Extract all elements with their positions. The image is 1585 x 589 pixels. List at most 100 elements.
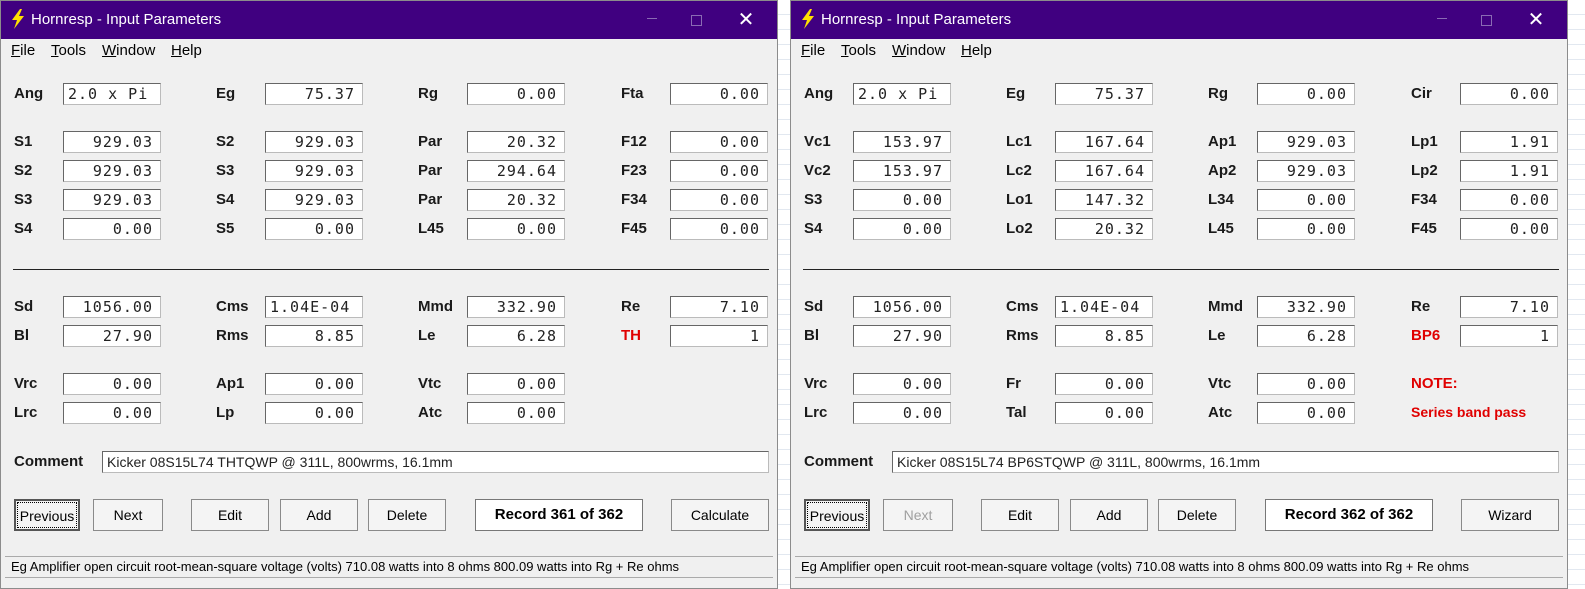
add-button[interactable]: Add — [280, 499, 358, 531]
title-bar[interactable]: Hornresp - Input Parameters ✕ — [1, 1, 777, 39]
param-field[interactable]: 0.00 — [1257, 373, 1355, 395]
delete-button[interactable]: Delete — [1158, 499, 1236, 531]
param-field[interactable]: 0.00 — [467, 83, 565, 105]
param-field[interactable]: 0.00 — [670, 189, 768, 211]
next-button[interactable]: Next — [93, 499, 163, 531]
param-field[interactable]: 2.0 x Pi — [853, 83, 951, 105]
edit-button[interactable]: Edit — [981, 499, 1059, 531]
param-field[interactable]: 0.00 — [265, 373, 363, 395]
menu-tools[interactable]: Tools — [51, 42, 86, 59]
param-field[interactable]: 0.00 — [467, 402, 565, 424]
param-field[interactable]: 0.00 — [1257, 218, 1355, 240]
param-field[interactable]: 1.04E-04 — [1055, 296, 1153, 318]
previous-button[interactable]: Previous — [804, 499, 870, 531]
param-field[interactable]: 2.0 x Pi — [63, 83, 161, 105]
wizard-button[interactable]: Wizard — [1461, 499, 1559, 531]
comment-field[interactable]: Kicker 08S15L74 THTQWP @ 311L, 800wrms, … — [102, 451, 769, 473]
add-button[interactable]: Add — [1070, 499, 1148, 531]
menu-window[interactable]: Window — [102, 42, 155, 59]
param-field[interactable]: 167.64 — [1055, 160, 1153, 182]
edit-button[interactable]: Edit — [191, 499, 269, 531]
param-field[interactable]: 0.00 — [265, 402, 363, 424]
param-field[interactable]: 0.00 — [853, 189, 951, 211]
menu-file[interactable]: File — [11, 42, 35, 59]
param-field[interactable]: 929.03 — [1257, 131, 1355, 153]
param-field[interactable]: 147.32 — [1055, 189, 1153, 211]
menu-help[interactable]: Help — [171, 42, 202, 59]
param-field[interactable]: 929.03 — [63, 131, 161, 153]
param-field[interactable]: 1.91 — [1460, 160, 1558, 182]
param-field[interactable]: 0.00 — [265, 218, 363, 240]
param-field[interactable]: 0.00 — [670, 218, 768, 240]
param-field[interactable]: 0.00 — [1257, 402, 1355, 424]
param-field[interactable]: 0.00 — [63, 373, 161, 395]
param-field[interactable]: 0.00 — [467, 218, 565, 240]
param-field[interactable]: 1.04E-04 — [265, 296, 363, 318]
param-field[interactable]: 7.10 — [670, 296, 768, 318]
param-field[interactable]: 332.90 — [467, 296, 565, 318]
param-field[interactable]: 8.85 — [265, 325, 363, 347]
param-field[interactable]: 0.00 — [1055, 402, 1153, 424]
close-button[interactable]: ✕ — [1521, 7, 1551, 33]
menu-tools[interactable]: Tools — [841, 42, 876, 59]
previous-button[interactable]: Previous — [14, 499, 80, 531]
param-field[interactable]: 0.00 — [853, 218, 951, 240]
param-field[interactable]: 1.91 — [1460, 131, 1558, 153]
param-field[interactable]: 20.32 — [467, 131, 565, 153]
param-field[interactable]: 27.90 — [63, 325, 161, 347]
param-field[interactable]: 75.37 — [265, 83, 363, 105]
param-field[interactable]: 0.00 — [670, 83, 768, 105]
delete-button[interactable]: Delete — [368, 499, 446, 531]
param-field[interactable]: 20.32 — [467, 189, 565, 211]
close-button[interactable]: ✕ — [731, 7, 761, 33]
param-field[interactable]: 929.03 — [265, 160, 363, 182]
param-field[interactable]: 8.85 — [1055, 325, 1153, 347]
minimize-button[interactable] — [637, 7, 667, 33]
param-field[interactable]: 0.00 — [467, 373, 565, 395]
param-field[interactable]: 929.03 — [1257, 160, 1355, 182]
param-label: Lp1 — [1411, 133, 1438, 150]
maximize-button[interactable] — [681, 7, 711, 33]
param-field[interactable]: 294.64 — [467, 160, 565, 182]
param-field[interactable]: 0.00 — [1055, 373, 1153, 395]
param-field[interactable]: 1056.00 — [853, 296, 951, 318]
menu-help[interactable]: Help — [961, 42, 992, 59]
param-field[interactable]: 0.00 — [670, 160, 768, 182]
comment-field[interactable]: Kicker 08S15L74 BP6STQWP @ 311L, 800wrms… — [892, 451, 1559, 473]
param-field[interactable]: 929.03 — [265, 189, 363, 211]
param-field[interactable]: 929.03 — [63, 189, 161, 211]
title-bar[interactable]: Hornresp - Input Parameters ✕ — [791, 1, 1567, 39]
param-field[interactable]: 0.00 — [63, 402, 161, 424]
param-field[interactable]: 6.28 — [467, 325, 565, 347]
menu-window[interactable]: Window — [892, 42, 945, 59]
param-field[interactable]: 0.00 — [63, 218, 161, 240]
next-button[interactable]: Next — [883, 499, 953, 531]
param-field[interactable]: 153.97 — [853, 160, 951, 182]
calculate-button[interactable]: Calculate — [671, 499, 769, 531]
param-field[interactable]: 1 — [670, 325, 768, 347]
param-field[interactable]: 0.00 — [853, 402, 951, 424]
param-field[interactable]: 0.00 — [1460, 218, 1558, 240]
param-field[interactable]: 0.00 — [1460, 83, 1558, 105]
minimize-button[interactable] — [1427, 7, 1457, 33]
menu-file[interactable]: File — [801, 42, 825, 59]
param-field[interactable]: 167.64 — [1055, 131, 1153, 153]
param-field[interactable]: 0.00 — [1460, 189, 1558, 211]
param-field[interactable]: 27.90 — [853, 325, 951, 347]
param-field[interactable]: 0.00 — [1257, 189, 1355, 211]
param-field[interactable]: 0.00 — [853, 373, 951, 395]
param-field[interactable]: 7.10 — [1460, 296, 1558, 318]
param-field[interactable]: 332.90 — [1257, 296, 1355, 318]
param-field[interactable]: 20.32 — [1055, 218, 1153, 240]
param-field[interactable]: 153.97 — [853, 131, 951, 153]
param-field[interactable]: 1 — [1460, 325, 1558, 347]
maximize-button[interactable] — [1471, 7, 1501, 33]
param-label: BP6 — [1411, 327, 1441, 344]
param-field[interactable]: 0.00 — [670, 131, 768, 153]
param-field[interactable]: 0.00 — [1257, 83, 1355, 105]
param-field[interactable]: 929.03 — [63, 160, 161, 182]
param-field[interactable]: 1056.00 — [63, 296, 161, 318]
param-field[interactable]: 6.28 — [1257, 325, 1355, 347]
param-field[interactable]: 75.37 — [1055, 83, 1153, 105]
param-field[interactable]: 929.03 — [265, 131, 363, 153]
